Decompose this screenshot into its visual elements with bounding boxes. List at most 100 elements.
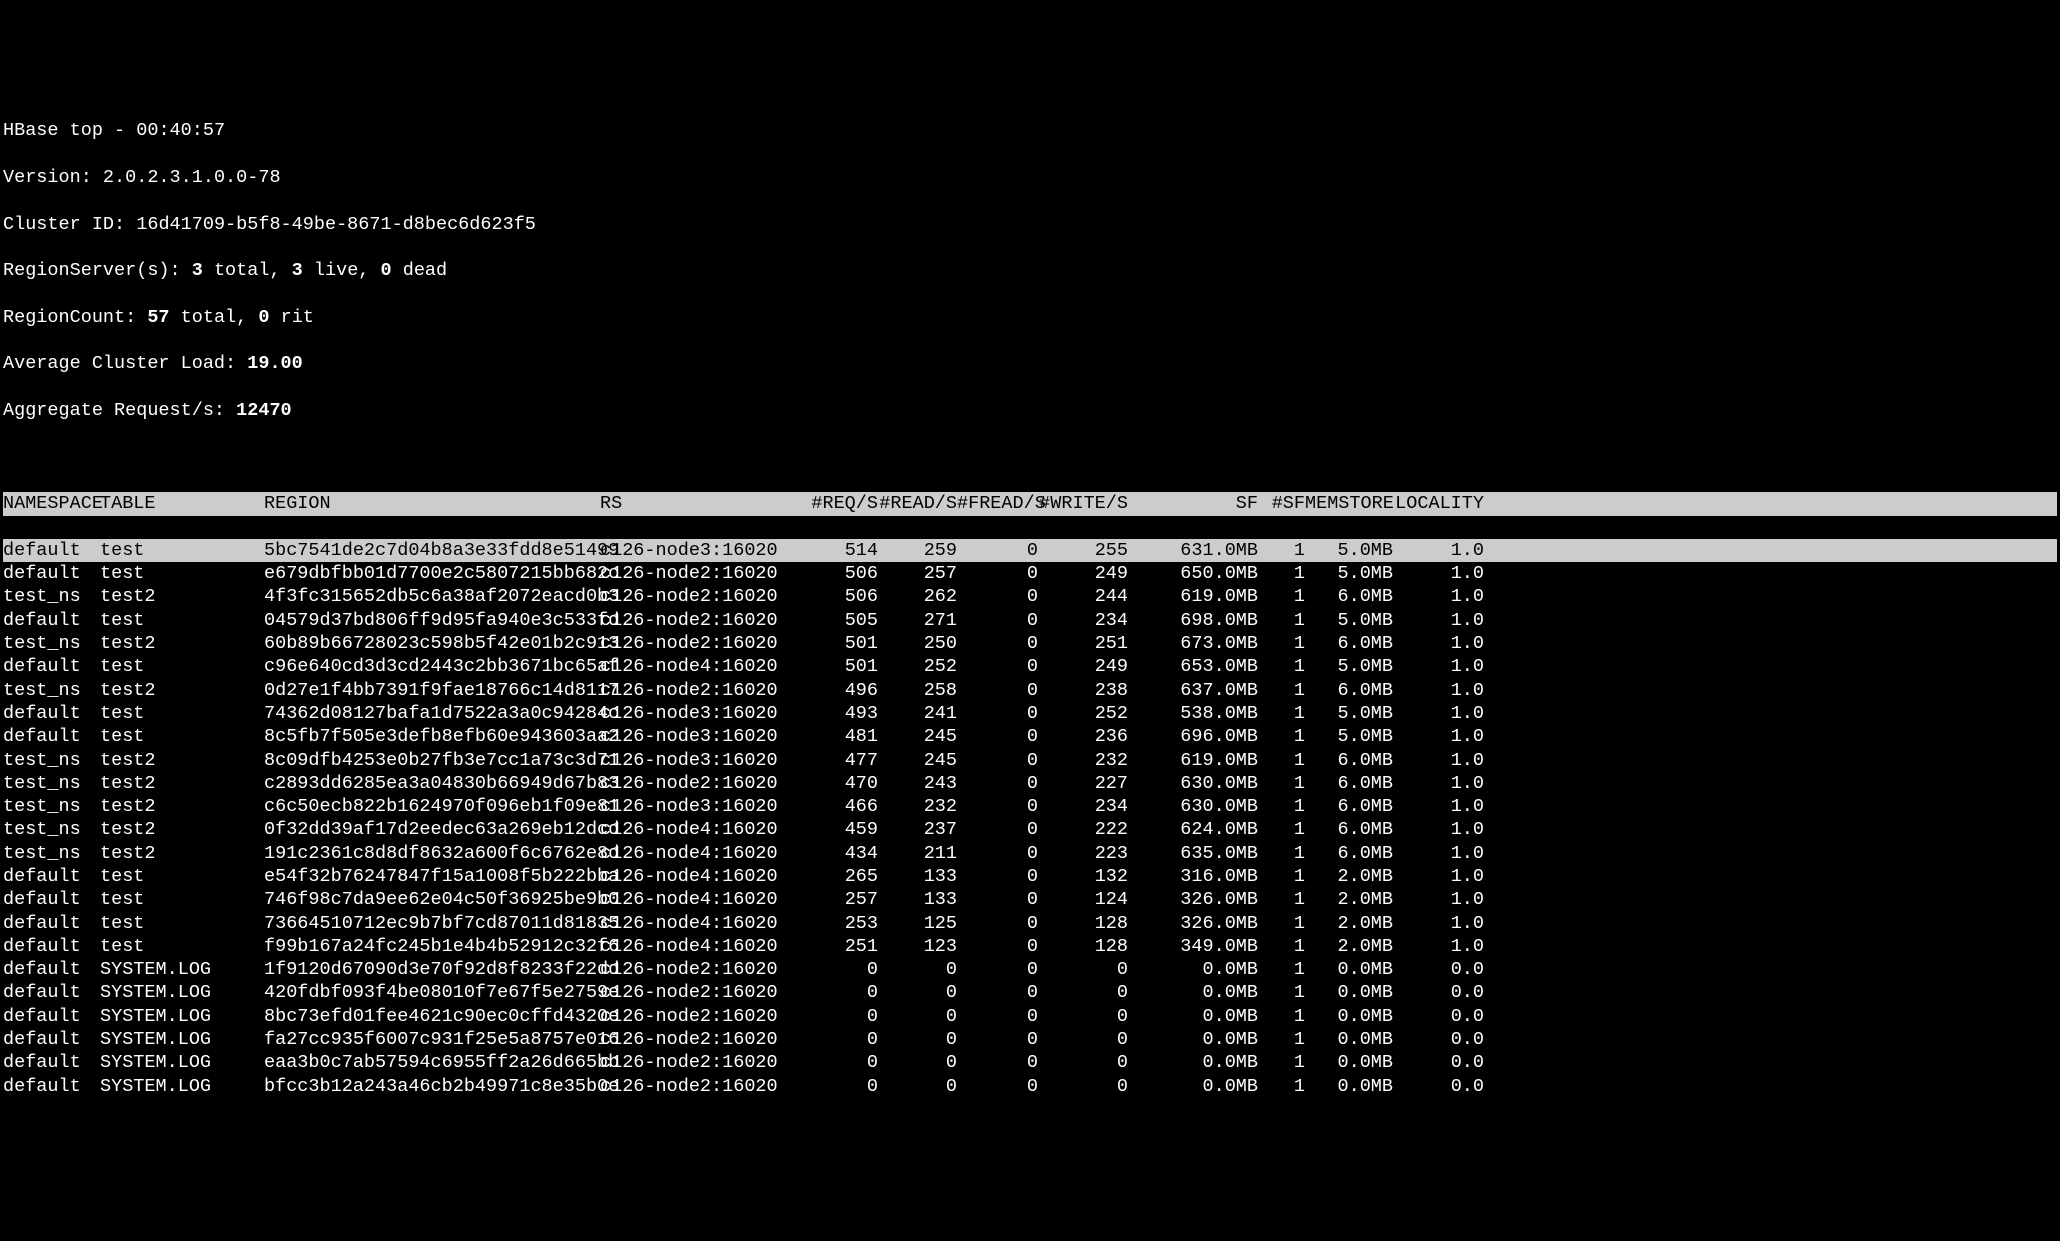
cell-reads: 133 xyxy=(878,888,957,911)
table-row[interactable]: defaulttest5bc7541de2c7d04b8a3e33fdd8e51… xyxy=(3,539,2057,562)
cell-namespace: test_ns xyxy=(3,679,100,702)
cell-region: e54f32b76247847f15a1008f5b222bba xyxy=(264,865,600,888)
cell-locality: 1.0 xyxy=(1393,865,1484,888)
table-row[interactable]: defaulttest8c5fb7f505e3defb8efb60e943603… xyxy=(3,725,2057,748)
table-row[interactable]: defaultteste54f32b76247847f15a1008f5b222… xyxy=(3,865,2057,888)
cell-rs: c126-node3:16020 xyxy=(600,539,788,562)
cell-sf: 650.0MB xyxy=(1128,562,1258,585)
cell-reqs: 514 xyxy=(788,539,878,562)
cell-namespace: default xyxy=(3,981,100,1004)
cell-freads: 0 xyxy=(957,655,1038,678)
cell-reads: 0 xyxy=(878,1005,957,1028)
table-row[interactable]: defaultSYSTEM.LOGbfcc3b12a243a46cb2b4997… xyxy=(3,1075,2057,1098)
cell-namespace: test_ns xyxy=(3,795,100,818)
table-row[interactable]: test_nstest24f3fc315652db5c6a38af2072eac… xyxy=(3,585,2057,608)
cell-region: 191c2361c8d8df8632a600f6c6762e8d xyxy=(264,842,600,865)
table-row[interactable]: defaulttest746f98c7da9ee62e04c50f36925be… xyxy=(3,888,2057,911)
cell-writes: 255 xyxy=(1038,539,1128,562)
table-row[interactable]: defaultSYSTEM.LOG8bc73efd01fee4621c90ec0… xyxy=(3,1005,2057,1028)
cell-locality: 1.0 xyxy=(1393,725,1484,748)
cell-memstore: 6.0MB xyxy=(1305,749,1393,772)
cell-table: test2 xyxy=(100,679,264,702)
cell-table: test2 xyxy=(100,818,264,841)
table-row[interactable]: defaultteste679dbfbb01d7700e2c5807215bb6… xyxy=(3,562,2057,585)
cell-rs: c126-node4:16020 xyxy=(600,818,788,841)
cell-nsf: 1 xyxy=(1258,1005,1305,1028)
cell-rs: c126-node3:16020 xyxy=(600,725,788,748)
cell-writes: 132 xyxy=(1038,865,1128,888)
col-reads-header[interactable]: #READ/S xyxy=(878,492,957,515)
cell-region: c96e640cd3d3cd2443c2bb3671bc65af xyxy=(264,655,600,678)
cell-sf: 631.0MB xyxy=(1128,539,1258,562)
cell-locality: 1.0 xyxy=(1393,609,1484,632)
cell-nsf: 1 xyxy=(1258,585,1305,608)
cell-reqs: 0 xyxy=(788,1075,878,1098)
cell-nsf: 1 xyxy=(1258,935,1305,958)
cell-memstore: 5.0MB xyxy=(1305,725,1393,748)
cell-reads: 262 xyxy=(878,585,957,608)
cell-writes: 0 xyxy=(1038,1028,1128,1051)
table-row[interactable]: defaultSYSTEM.LOG420fdbf093f4be08010f7e6… xyxy=(3,981,2057,1004)
cell-sf: 637.0MB xyxy=(1128,679,1258,702)
cell-namespace: test_ns xyxy=(3,749,100,772)
cell-sf: 630.0MB xyxy=(1128,772,1258,795)
cell-locality: 1.0 xyxy=(1393,562,1484,585)
cell-freads: 0 xyxy=(957,888,1038,911)
cell-sf: 0.0MB xyxy=(1128,1051,1258,1074)
table-row[interactable]: defaultSYSTEM.LOG1f9120d67090d3e70f92d8f… xyxy=(3,958,2057,981)
col-rs-header[interactable]: RS xyxy=(600,492,788,515)
col-memstore-header[interactable]: MEMSTORE xyxy=(1305,492,1393,515)
cell-freads: 0 xyxy=(957,585,1038,608)
table-row[interactable]: test_nstest20f32dd39af17d2eedec63a269eb1… xyxy=(3,818,2057,841)
table-row[interactable]: defaultSYSTEM.LOGfa27cc935f6007c931f25e5… xyxy=(3,1028,2057,1051)
table-row[interactable]: test_nstest2c2893dd6285ea3a04830b66949d6… xyxy=(3,772,2057,795)
cell-table: test xyxy=(100,562,264,585)
col-table-header[interactable]: TABLE xyxy=(100,492,264,515)
cell-table: test xyxy=(100,702,264,725)
cell-sf: 349.0MB xyxy=(1128,935,1258,958)
table-row[interactable]: defaulttestc96e640cd3d3cd2443c2bb3671bc6… xyxy=(3,655,2057,678)
cell-rs: c126-node3:16020 xyxy=(600,702,788,725)
cell-sf: 316.0MB xyxy=(1128,865,1258,888)
cell-reads: 259 xyxy=(878,539,957,562)
cell-reqs: 0 xyxy=(788,1028,878,1051)
cell-memstore: 0.0MB xyxy=(1305,1051,1393,1074)
cell-namespace: test_ns xyxy=(3,842,100,865)
cell-reqs: 0 xyxy=(788,1051,878,1074)
cell-reqs: 496 xyxy=(788,679,878,702)
cell-nsf: 1 xyxy=(1258,632,1305,655)
table-row[interactable]: defaulttest74362d08127bafa1d7522a3a0c942… xyxy=(3,702,2057,725)
cell-sf: 0.0MB xyxy=(1128,981,1258,1004)
table-row[interactable]: test_nstest2c6c50ecb822b1624970f096eb1f0… xyxy=(3,795,2057,818)
regioncount-line: RegionCount: 57 total, 0 rit xyxy=(3,306,2057,329)
table-row[interactable]: test_nstest2191c2361c8d8df8632a600f6c676… xyxy=(3,842,2057,865)
cell-region: 04579d37bd806ff9d95fa940e3c533fd xyxy=(264,609,600,632)
col-sf-header[interactable]: SF xyxy=(1128,492,1258,515)
col-freads-header[interactable]: #FREAD/S xyxy=(957,492,1038,515)
cell-freads: 0 xyxy=(957,562,1038,585)
cell-reads: 232 xyxy=(878,795,957,818)
cell-memstore: 6.0MB xyxy=(1305,772,1393,795)
table-row[interactable]: defaulttest73664510712ec9b7bf7cd87011d81… xyxy=(3,912,2057,935)
table-row[interactable]: defaulttest04579d37bd806ff9d95fa940e3c53… xyxy=(3,609,2057,632)
cell-writes: 234 xyxy=(1038,609,1128,632)
cell-locality: 1.0 xyxy=(1393,539,1484,562)
cell-table: test2 xyxy=(100,795,264,818)
table-row[interactable]: defaulttestf99b167a24fc245b1e4b4b52912c3… xyxy=(3,935,2057,958)
table-row[interactable]: test_nstest28c09dfb4253e0b27fb3e7cc1a73c… xyxy=(3,749,2057,772)
col-namespace-header[interactable]: NAMESPACE xyxy=(3,492,100,515)
cell-locality: 1.0 xyxy=(1393,655,1484,678)
cell-freads: 0 xyxy=(957,539,1038,562)
cell-table: SYSTEM.LOG xyxy=(100,1028,264,1051)
col-locality-header[interactable]: LOCALITY xyxy=(1393,492,1484,515)
table-row[interactable]: test_nstest260b89b66728023c598b5f42e01b2… xyxy=(3,632,2057,655)
cell-reqs: 493 xyxy=(788,702,878,725)
col-writes-header[interactable]: #WRITE/S xyxy=(1038,492,1128,515)
table-row[interactable]: test_nstest20d27e1f4bb7391f9fae18766c14d… xyxy=(3,679,2057,702)
col-nsf-header[interactable]: #SF xyxy=(1258,492,1305,515)
table-row[interactable]: defaultSYSTEM.LOGeaa3b0c7ab57594c6955ff2… xyxy=(3,1051,2057,1074)
col-reqs-header[interactable]: #REQ/S xyxy=(788,492,878,515)
col-region-header[interactable]: REGION xyxy=(264,492,600,515)
cell-locality: 1.0 xyxy=(1393,632,1484,655)
cell-sf: 0.0MB xyxy=(1128,1005,1258,1028)
